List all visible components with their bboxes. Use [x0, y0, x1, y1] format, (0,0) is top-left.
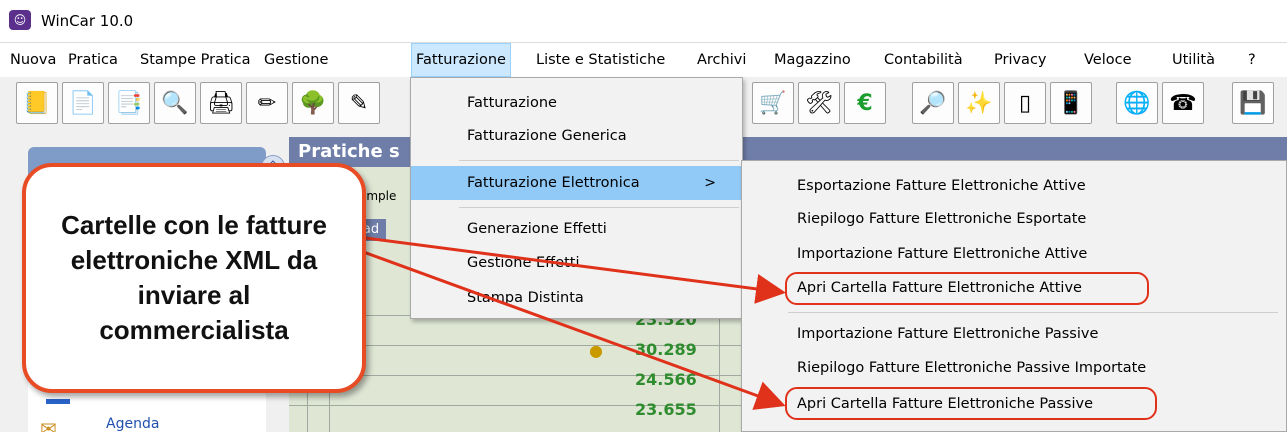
menu-bar: Nuova Pratica Stampe Pratica Gestione Fa…: [0, 43, 1287, 77]
fatturazione-elettronica-submenu: Esportazione Fatture Elettroniche Attive…: [741, 160, 1287, 432]
menu-item-stampa-distinta[interactable]: Stampa Distinta: [411, 281, 742, 315]
telephone-icon[interactable]: ☎: [1162, 82, 1204, 124]
menu-privacy[interactable]: Privacy: [990, 43, 1051, 77]
cart-icon[interactable]: 🛒: [752, 82, 794, 124]
menu-fatturazione[interactable]: Fatturazione: [411, 43, 511, 77]
progress-bar: [46, 399, 70, 404]
coin-icon: ●: [589, 341, 603, 360]
agenda-icon[interactable]: ✉: [40, 417, 74, 432]
callout-text: Cartelle con le fatture elettroniche XML…: [61, 210, 327, 345]
page-title: Pratiche s: [298, 141, 400, 162]
menu-item-fatturazione-elettronica[interactable]: Fatturazione Elettronica >: [411, 166, 742, 200]
submenu-esportazione-attive[interactable]: Esportazione Fatture Elettroniche Attive: [742, 169, 1282, 203]
menu-archivi[interactable]: Archivi: [693, 43, 750, 77]
submenu-riepilogo-passive[interactable]: Riepilogo Fatture Elettroniche Passive I…: [742, 351, 1282, 385]
agenda-label[interactable]: Agenda: [106, 416, 159, 432]
menu-magazzino[interactable]: Magazzino: [770, 43, 855, 77]
submenu-riepilogo-esportate[interactable]: Riepilogo Fatture Elettroniche Esportate: [742, 202, 1282, 236]
tablet-icon[interactable]: ▯: [1004, 82, 1046, 124]
menu-item-fatturazione[interactable]: Fatturazione: [411, 86, 742, 120]
menu-gestione[interactable]: Gestione: [260, 43, 332, 77]
menu-separator: [459, 160, 739, 161]
value-cell: 24.566: [635, 370, 697, 389]
menu-help[interactable]: ?: [1244, 43, 1260, 77]
annotation-callout: Cartelle con le fatture elettroniche XML…: [22, 163, 366, 393]
fatturazione-dropdown: Fatturazione Fatturazione Generica Fattu…: [410, 77, 743, 319]
menu-item-gestione-effetti[interactable]: Gestione Effetti: [411, 246, 742, 280]
highlight-ring: [785, 387, 1157, 420]
book-icon[interactable]: 📒: [16, 82, 58, 124]
title-bar: ☺ WinCar 10.0: [0, 0, 1287, 43]
euro-icon[interactable]: €: [844, 82, 886, 124]
window-title: WinCar 10.0: [41, 12, 134, 30]
menu-pratica[interactable]: Pratica: [64, 43, 122, 77]
menu-item-fatturazione-generica[interactable]: Fatturazione Generica: [411, 119, 742, 153]
phone-card-icon[interactable]: 📱: [1050, 82, 1092, 124]
printer-icon[interactable]: 🖨: [200, 82, 242, 124]
tree-icon[interactable]: 🌳: [292, 82, 334, 124]
wincar-app-icon[interactable]: ☺: [9, 10, 31, 30]
pencil-icon[interactable]: ✏: [246, 82, 288, 124]
menu-separator: [459, 207, 739, 208]
menu-stampe-pratica[interactable]: Stampe Pratica: [136, 43, 255, 77]
menu-item-label: Fatturazione Elettronica: [467, 175, 640, 191]
new-document-icon[interactable]: 📄: [62, 82, 104, 124]
save-icon[interactable]: 💾: [1232, 82, 1274, 124]
tools-icon[interactable]: 🛠: [798, 82, 840, 124]
search-folder-icon[interactable]: 🔎: [912, 82, 954, 124]
highlight-ring: [785, 272, 1149, 305]
globe-icon[interactable]: 🌐: [1116, 82, 1158, 124]
copy-document-icon[interactable]: 📑: [108, 82, 150, 124]
menu-nuova[interactable]: Nuova: [6, 43, 60, 77]
menu-item-generazione-effetti[interactable]: Generazione Effetti: [411, 212, 742, 246]
magic-wand-icon[interactable]: ✨: [958, 82, 1000, 124]
value-cell: 23.655: [635, 400, 697, 419]
menu-liste-statistiche[interactable]: Liste e Statistiche: [532, 43, 669, 77]
submenu-importazione-attive[interactable]: Importazione Fatture Elettroniche Attive: [742, 237, 1282, 271]
menu-contabilita[interactable]: Contabilità: [880, 43, 967, 77]
menu-separator: [788, 312, 1278, 313]
menu-utilita[interactable]: Utilità: [1168, 43, 1219, 77]
submenu-arrow-icon: >: [704, 175, 716, 191]
edit-icon[interactable]: ✎: [338, 82, 380, 124]
print-preview-icon[interactable]: 🔍: [154, 82, 196, 124]
menu-veloce[interactable]: Veloce: [1080, 43, 1136, 77]
submenu-importazione-passive[interactable]: Importazione Fatture Elettroniche Passiv…: [742, 317, 1282, 351]
value-cell: 30.289: [635, 340, 697, 359]
